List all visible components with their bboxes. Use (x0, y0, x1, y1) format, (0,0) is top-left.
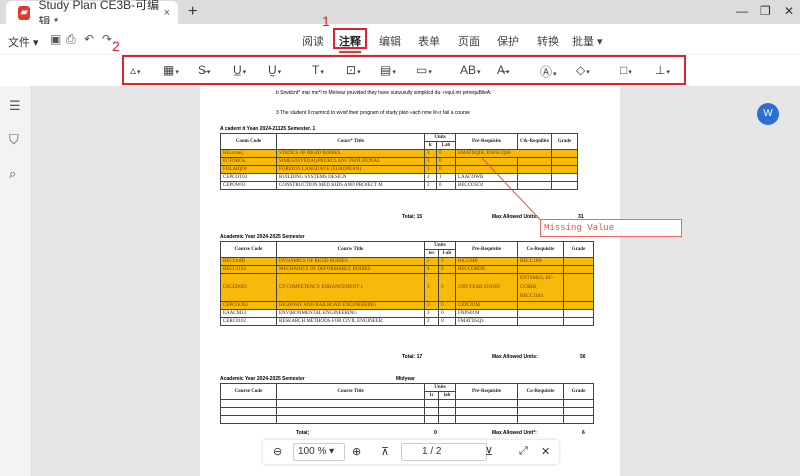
close-bar-icon[interactable]: ✕ (541, 445, 550, 458)
fullscreen-icon[interactable]: ⤢ (519, 445, 528, 458)
zoom-out-icon[interactable]: ⊖ (273, 445, 282, 458)
page-navigation-bar: ⊖ 100 % ▾ ⊕ ⊼ 1 / 2 ⊻ ⤢ ✕ (263, 440, 559, 464)
prev-page-icon[interactable]: ⊼ (381, 445, 389, 458)
annotation-connector (481, 157, 549, 229)
next-page-icon[interactable]: ⊻ (485, 445, 493, 458)
missing-value-annotation[interactable]: Missing Value (540, 219, 682, 237)
zoom-in-icon[interactable]: ⊕ (352, 445, 361, 458)
page-indicator[interactable]: 1 / 2 (401, 443, 487, 461)
zoom-level[interactable]: 100 % ▾ (293, 443, 345, 461)
word-convert-icon[interactable]: W (757, 103, 779, 125)
